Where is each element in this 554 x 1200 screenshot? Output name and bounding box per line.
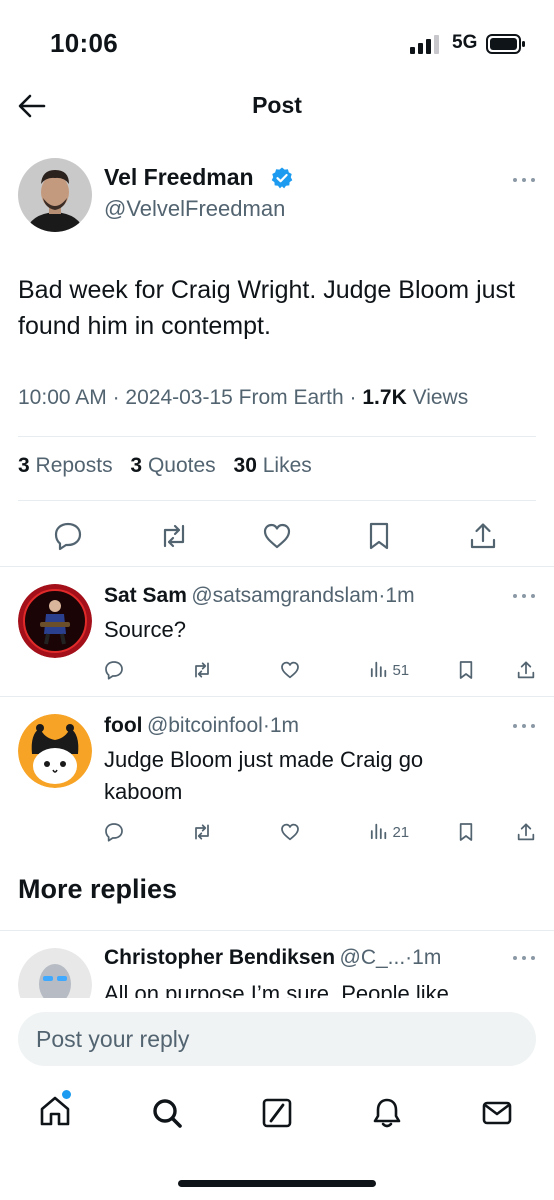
status-time: 10:06 [50, 28, 118, 58]
repost-icon[interactable] [192, 660, 212, 680]
reply-author-handle[interactable]: @bitcoinfool [147, 714, 263, 737]
reply-age: 1m [412, 946, 442, 969]
reply-author-name[interactable]: fool [104, 714, 142, 737]
reply-age: 1m [269, 714, 300, 737]
author-name[interactable]: Vel Freedman [104, 164, 254, 191]
more-options-icon[interactable] [512, 176, 536, 184]
more-reply-item[interactable]: Christopher Bendiksen @C_...·1m All on p… [0, 940, 554, 998]
views-icon [370, 823, 387, 840]
search-icon[interactable] [150, 1096, 184, 1130]
views-count: 1.7K [362, 386, 407, 409]
reply-placeholder: Post your reply [36, 1026, 190, 1052]
reply-age: 1m [385, 584, 415, 607]
divider [0, 566, 554, 567]
reply-header: fool @bitcoinfool·1m [104, 714, 300, 737]
repost-icon[interactable] [159, 521, 189, 551]
signal-strength-icon [410, 35, 439, 54]
reply-avatar[interactable] [18, 584, 92, 658]
reply-avatar[interactable] [18, 948, 92, 998]
notification-dot [62, 1090, 71, 1099]
post-text: Bad week for Craig Wright. Judge Bloom j… [18, 276, 515, 340]
share-icon[interactable] [468, 521, 498, 551]
bookmark-icon[interactable] [456, 822, 476, 842]
reply-author-handle[interactable]: @satsamgrandslam [191, 584, 378, 607]
engagement-stats: 3 Reposts 3 Quotes 30 Likes [18, 454, 312, 478]
reposts-stat[interactable]: 3 Reposts [18, 454, 113, 477]
post-source: From Earth [238, 386, 344, 409]
reply-views[interactable]: 21 [370, 822, 409, 842]
notifications-icon[interactable] [370, 1096, 404, 1130]
verified-badge-icon [271, 167, 293, 189]
more-options-icon[interactable] [512, 722, 536, 730]
reply-views[interactable]: 51 [370, 660, 409, 680]
quotes-stat[interactable]: 3 Quotes [130, 454, 215, 477]
views-label: Views [412, 386, 469, 409]
author-handle[interactable]: @VelvelFreedman [104, 196, 285, 222]
divider [0, 696, 554, 697]
divider [18, 500, 536, 501]
views-icon [370, 661, 387, 678]
reply-text: Judge Bloom just made Craig go kaboom [104, 747, 424, 804]
likes-stat[interactable]: 30 Likes [234, 454, 312, 477]
reply-header: Christopher Bendiksen @C_...·1m [104, 946, 442, 969]
author-avatar[interactable] [18, 158, 92, 232]
home-indicator [178, 1180, 376, 1187]
like-icon[interactable] [280, 822, 300, 842]
battery-icon [486, 34, 525, 54]
share-icon[interactable] [516, 822, 536, 842]
reply-icon[interactable] [104, 822, 124, 842]
divider [18, 436, 536, 437]
bookmark-icon[interactable] [456, 660, 476, 680]
page-title: Post [252, 92, 302, 118]
reply-views-count: 51 [392, 662, 410, 679]
grok-icon[interactable] [260, 1096, 294, 1130]
more-options-icon[interactable] [512, 954, 536, 962]
network-type: 5G [452, 32, 478, 53]
reply-avatar[interactable] [18, 714, 92, 788]
reply-header: Sat Sam @satsamgrandslam·1m [104, 584, 415, 607]
nav-home[interactable] [38, 1090, 74, 1130]
more-options-icon[interactable] [512, 592, 536, 600]
post-time: 10:00 AM [18, 386, 107, 409]
reply-text: All on purpose I’m sure. People like [104, 981, 449, 998]
like-icon[interactable] [280, 660, 300, 680]
divider [0, 930, 554, 931]
bookmark-icon[interactable] [364, 521, 394, 551]
reply-text: Source? [104, 617, 186, 642]
post-date: 2024-03-15 [125, 386, 233, 409]
reply-author-handle[interactable]: @C_... [340, 946, 406, 969]
reply-views-count: 21 [392, 824, 410, 841]
share-icon[interactable] [516, 660, 536, 680]
repost-icon[interactable] [192, 822, 212, 842]
reply-author-name[interactable]: Sat Sam [104, 584, 187, 607]
reply-author-name[interactable]: Christopher Bendiksen [104, 946, 335, 969]
post-metadata: 10:00 AM · 2024-03-15 From Earth · 1.7K … [18, 386, 469, 409]
reply-icon[interactable] [104, 660, 124, 680]
more-replies-heading: More replies [18, 874, 178, 904]
messages-icon[interactable] [480, 1096, 514, 1130]
like-icon[interactable] [262, 521, 292, 551]
reply-icon[interactable] [53, 521, 83, 551]
home-icon [40, 1096, 70, 1126]
